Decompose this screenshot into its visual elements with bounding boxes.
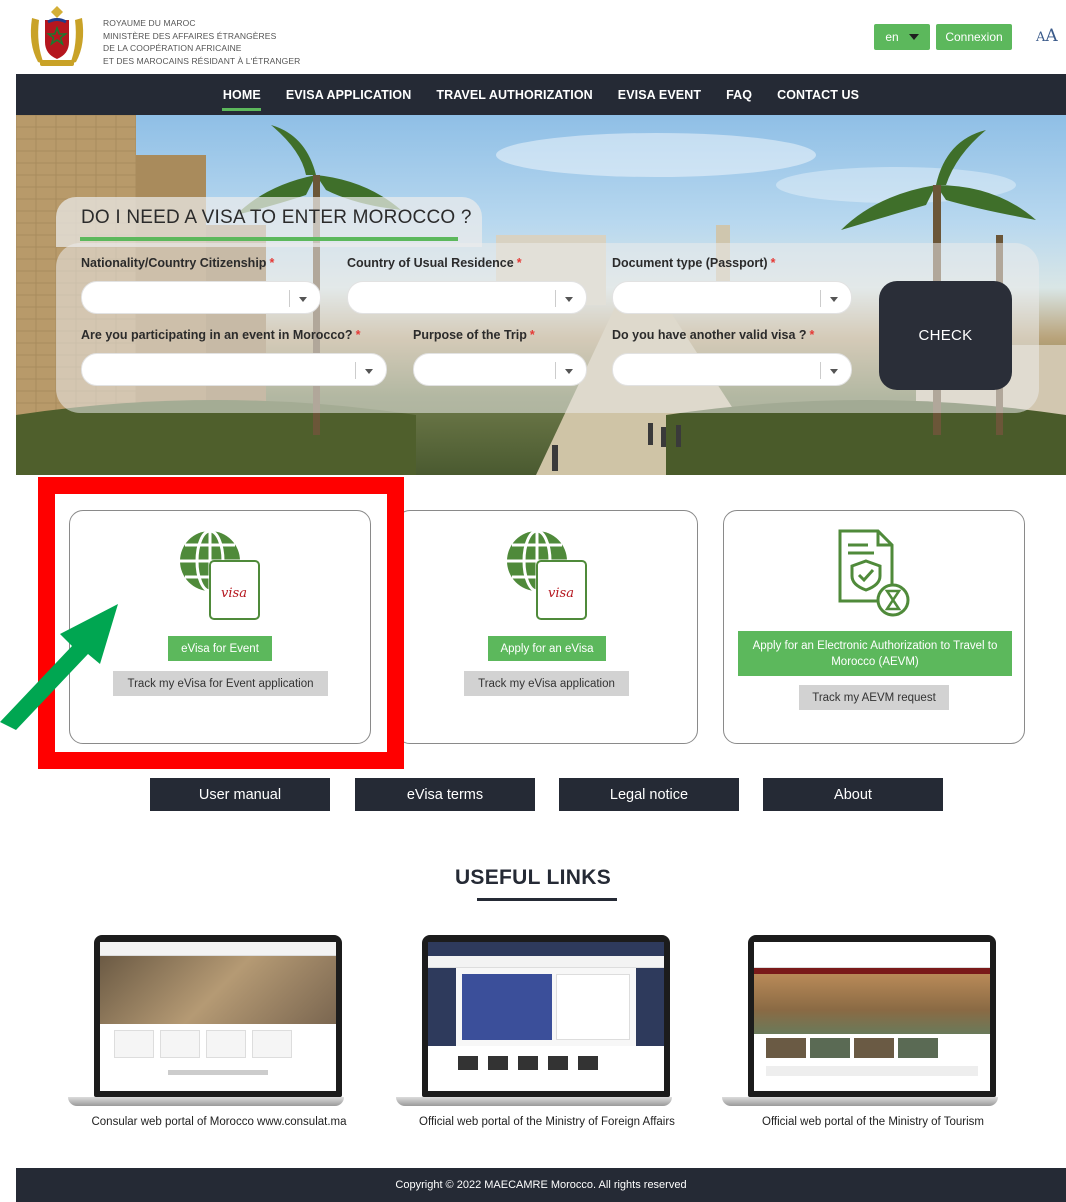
aevm-card: Apply for an Electronic Authorization to…	[723, 510, 1025, 744]
foreign-affairs-portal-caption[interactable]: Official web portal of the Ministry of F…	[387, 1116, 707, 1128]
dropdown-arrow-icon	[565, 369, 573, 374]
login-button[interactable]: Connexion	[936, 24, 1012, 50]
track-evisa-application-button[interactable]: Track my eVisa application	[464, 671, 629, 696]
tourism-portal-link[interactable]	[722, 935, 998, 1110]
apply-aevm-button[interactable]: Apply for an Electronic Authorization to…	[738, 631, 1012, 676]
main-nav: HOME EVISA APPLICATION TRAVEL AUTHORIZAT…	[16, 74, 1066, 115]
nav-home[interactable]: HOME	[210, 74, 273, 115]
nationality-label: Nationality/Country Citizenship *	[81, 256, 274, 270]
select-divider	[820, 290, 821, 307]
other-visa-select[interactable]	[612, 353, 852, 386]
label-text: Are you participating in an event in Mor…	[81, 328, 353, 342]
language-value: en	[885, 30, 899, 44]
title-underline	[80, 237, 458, 241]
residence-select[interactable]	[347, 281, 587, 314]
check-button[interactable]: CHECK	[879, 281, 1012, 390]
dropdown-arrow-icon	[830, 369, 838, 374]
dropdown-arrow-icon	[565, 297, 573, 302]
font-large-icon: A	[1045, 26, 1058, 46]
site-footer: Copyright © 2022 MAECAMRE Morocco. All r…	[16, 1168, 1066, 1202]
required-mark: *	[269, 256, 275, 270]
label-text: Nationality/Country Citizenship	[81, 256, 267, 270]
visa-question-title: DO I NEED A VISA TO ENTER MOROCCO ?	[81, 207, 472, 228]
laptop-lid	[748, 935, 996, 1097]
event-participation-label: Are you participating in an event in Mor…	[81, 328, 360, 342]
required-mark: *	[516, 256, 522, 270]
event-participation-select[interactable]	[81, 353, 387, 386]
select-divider	[355, 362, 356, 379]
laptop-base	[396, 1097, 672, 1106]
copyright-text: Copyright © 2022 MAECAMRE Morocco. All r…	[395, 1179, 687, 1191]
document-type-select[interactable]	[612, 281, 852, 314]
nav-travel-authorization[interactable]: TRAVEL AUTHORIZATION	[424, 74, 605, 115]
track-event-application-button[interactable]: Track my eVisa for Event application	[113, 671, 328, 696]
title-underline	[477, 898, 617, 901]
useful-links-title: USEFUL LINKS	[454, 866, 612, 889]
other-visa-label: Do you have another valid visa ? *	[612, 328, 814, 342]
ministry-line: MINISTÈRE DES AFFAIRES ÉTRANGÈRES	[103, 30, 277, 41]
evisa-icon-text: visa	[221, 586, 247, 601]
consular-portal-link[interactable]	[68, 935, 344, 1110]
select-divider	[555, 362, 556, 379]
laptop-lid	[422, 935, 670, 1097]
document-shield-hourglass-icon	[838, 529, 910, 617]
about-button[interactable]: About	[763, 778, 943, 811]
foreign-affairs-portal-thumbnail	[428, 942, 664, 1091]
ministry-line: ET DES MAROCAINS RÉSIDANT À L'ÉTRANGER	[103, 55, 301, 66]
select-divider	[289, 290, 290, 307]
apply-evisa-button[interactable]: Apply for an eVisa	[488, 636, 606, 661]
required-mark: *	[809, 328, 815, 342]
dropdown-arrow-icon	[365, 369, 373, 374]
caret-down-icon	[908, 34, 919, 40]
laptop-lid	[94, 935, 342, 1097]
dropdown-arrow-icon	[830, 297, 838, 302]
hero-section: DO I NEED A VISA TO ENTER MOROCCO ? Nati…	[16, 115, 1066, 475]
annotation-arrow-icon	[0, 604, 118, 730]
evisa-globe-icon: visa	[180, 529, 260, 620]
tourism-portal-thumbnail	[754, 942, 990, 1091]
nav-contact-us[interactable]: CONTACT US	[765, 74, 872, 115]
evisa-globe-icon: visa	[507, 529, 587, 620]
residence-label: Country of Usual Residence *	[347, 256, 522, 270]
required-mark: *	[770, 256, 776, 270]
user-manual-button[interactable]: User manual	[150, 778, 330, 811]
moroccan-coat-of-arms-icon[interactable]	[26, 4, 88, 68]
laptop-base	[68, 1097, 344, 1106]
label-text: Document type (Passport)	[612, 256, 768, 270]
ministry-line: ROYAUME DU MAROC	[103, 18, 196, 28]
evisa-terms-button[interactable]: eVisa terms	[355, 778, 535, 811]
label-text: Country of Usual Residence	[347, 256, 514, 270]
language-select[interactable]: en	[874, 24, 930, 50]
select-divider	[820, 362, 821, 379]
font-small-icon: A	[1036, 30, 1046, 45]
ministry-line: DE LA COOPÉRATION AFRICAINE	[103, 43, 242, 53]
label-text: Do you have another valid visa ?	[612, 328, 807, 342]
consular-portal-thumbnail	[100, 942, 336, 1091]
trip-purpose-select[interactable]	[413, 353, 587, 386]
evisa-icon-text: visa	[548, 586, 574, 601]
nationality-select[interactable]	[81, 281, 321, 314]
required-mark: *	[355, 328, 361, 342]
evisa-card: visa Apply for an eVisa Track my eVisa a…	[396, 510, 698, 744]
font-size-toggle[interactable]: AA	[1036, 26, 1058, 46]
consular-portal-caption[interactable]: Consular web portal of Morocco www.consu…	[59, 1116, 379, 1128]
trip-purpose-label: Purpose of the Trip *	[413, 328, 535, 342]
legal-notice-button[interactable]: Legal notice	[559, 778, 739, 811]
foreign-affairs-portal-link[interactable]	[396, 935, 672, 1110]
evisa-for-event-button[interactable]: eVisa for Event	[168, 636, 272, 661]
nav-evisa-application[interactable]: EVISA APPLICATION	[273, 74, 424, 115]
laptop-base	[722, 1097, 998, 1106]
nav-faq[interactable]: FAQ	[714, 74, 765, 115]
track-aevm-request-button[interactable]: Track my AEVM request	[799, 685, 949, 710]
document-type-label: Document type (Passport) *	[612, 256, 775, 270]
label-text: Purpose of the Trip	[413, 328, 527, 342]
site-header: ROYAUME DU MAROC MINISTÈRE DES AFFAIRES …	[0, 0, 1066, 74]
tourism-portal-caption[interactable]: Official web portal of the Ministry of T…	[713, 1116, 1033, 1128]
dropdown-arrow-icon	[299, 297, 307, 302]
ministry-name: ROYAUME DU MAROC MINISTÈRE DES AFFAIRES …	[103, 17, 300, 67]
nav-evisa-event[interactable]: EVISA EVENT	[605, 74, 713, 115]
required-mark: *	[529, 328, 535, 342]
select-divider	[555, 290, 556, 307]
